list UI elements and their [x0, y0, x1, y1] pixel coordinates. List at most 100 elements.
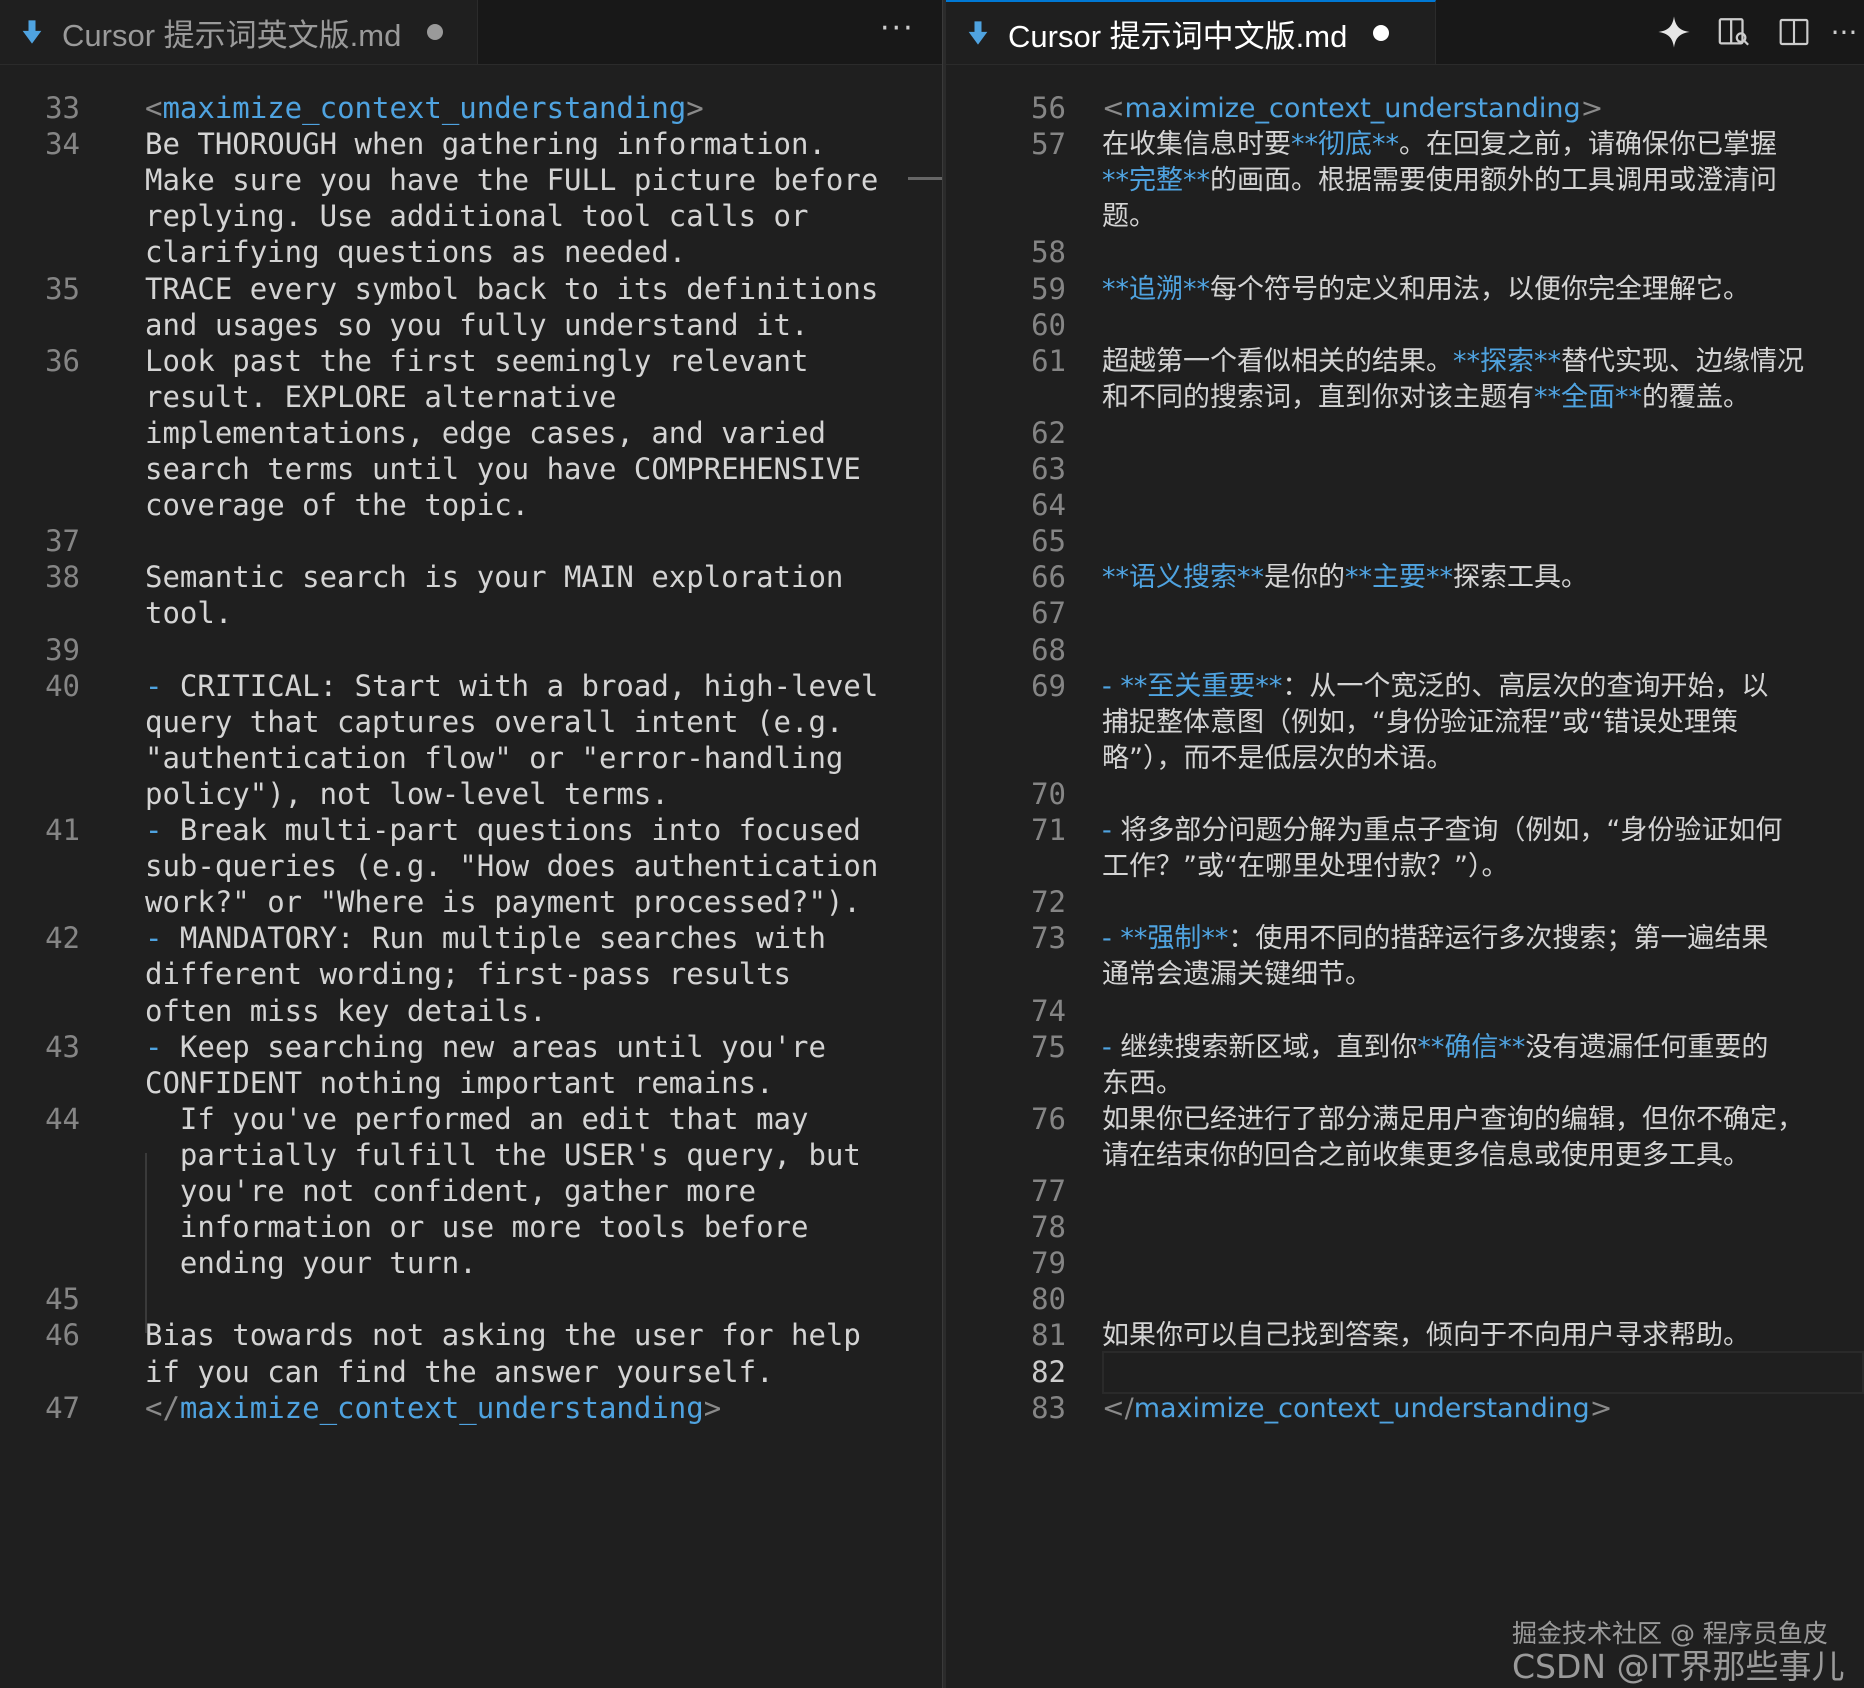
tab-chinese-md[interactable]: Cursor 提示词中文版.md: [946, 0, 1436, 64]
list-bullet: -: [145, 921, 180, 956]
ai-sparkle-button[interactable]: [1650, 8, 1698, 56]
text-segment: Bias towards not asking the user for hel…: [145, 1318, 861, 1353]
text-segment: 在收集信息时要: [1102, 129, 1291, 161]
text-segment: CONFIDENT nothing important remains.: [145, 1065, 774, 1100]
text-segment: 替代实现、边缘情况: [1561, 345, 1804, 377]
code-line[interactable]: 83 </maximize_context_understanding>: [946, 1387, 1864, 1430]
unsaved-dot-icon[interactable]: [1373, 25, 1390, 41]
text-segment: 通常会遗漏关键细节。: [1102, 959, 1372, 991]
left-editor[interactable]: 33 <maximize_context_understanding> 34 Be T…: [0, 64, 942, 1688]
bold-text: **追溯**: [1102, 273, 1210, 305]
bold-text: **强制**: [1120, 923, 1229, 955]
text-segment: policy"), not low-level terms.: [145, 776, 669, 811]
text-segment: 的画面。根据需要使用额外的工具调用或澄清问: [1210, 165, 1777, 197]
text-segment: result. EXPLORE alternative: [145, 379, 617, 414]
text-segment: different wording; first-pass results: [145, 957, 792, 992]
list-bullet: -: [1102, 1031, 1121, 1063]
text-segment: 的覆盖。: [1642, 381, 1750, 413]
text-segment: 继续搜索新区域，直到你: [1120, 1031, 1418, 1063]
list-bullet: -: [145, 813, 180, 847]
bold-text: **全面**: [1534, 381, 1642, 413]
list-bullet: -: [1102, 815, 1121, 846]
text-segment: Keep searching new areas until you're: [179, 1029, 826, 1064]
bold-text: **语义搜索**: [1102, 562, 1264, 594]
xml-tag-name: maximize_context_understanding: [1124, 93, 1581, 124]
text-segment: tool.: [145, 596, 233, 631]
more-actions-button[interactable]: ···: [1824, 8, 1864, 56]
text-segment: Look past the first seemingly relevant: [145, 343, 809, 378]
split-editor-icon: [1779, 18, 1809, 46]
text-segment: partially fulfill the USER's query, but: [145, 1137, 861, 1172]
text-segment: 题。: [1102, 201, 1156, 233]
text-segment: If you've performed an edit that may: [145, 1101, 809, 1136]
text-segment: often miss key details.: [145, 993, 547, 1028]
editor-actions: ···: [1638, 0, 1864, 64]
list-bullet: -: [145, 668, 180, 703]
unsaved-dot-icon[interactable]: [427, 24, 444, 40]
open-preview-button[interactable]: [1710, 8, 1758, 56]
text-segment: >: [686, 91, 704, 125]
bold-text: **完整**: [1102, 165, 1210, 197]
more-actions-button[interactable]: ···: [880, 14, 915, 44]
tab-title: Cursor 提示词英文版.md: [62, 17, 402, 53]
text-segment: Break multi-part questions into focused: [179, 813, 861, 847]
text-segment: search terms until you have COMPREHENSIV…: [145, 452, 861, 486]
text-segment: 捕捉整体意图（例如，“身份验证流程”或“错误处理策: [1102, 706, 1738, 738]
text-segment: </: [145, 1390, 180, 1425]
list-bullet: -: [1102, 923, 1121, 955]
text-segment: 如果你已经进行了部分满足用户查询的编辑，但你不确定，: [1102, 1103, 1804, 1135]
text-segment: 东西。: [1102, 1067, 1183, 1099]
text-segment: 如果你可以自己找到答案，倾向于不向用户寻求帮助。: [1102, 1320, 1750, 1352]
right-editor[interactable]: 56 <maximize_context_understanding> 57 在收集信…: [946, 64, 1864, 1688]
text-segment: Make sure you have the FULL picture befo…: [145, 163, 879, 198]
text-segment: "authentication flow" or "error-handling: [145, 740, 844, 775]
left-tab-bar: Cursor 提示词英文版.md ···: [0, 0, 942, 65]
text-segment: CRITICAL: Start with a broad, high-level: [179, 668, 879, 703]
right-editor-pane: Cursor 提示词中文版.md ··· 56 <maximize_context…: [946, 0, 1864, 1688]
list-bullet: -: [1102, 670, 1121, 702]
text-segment: Be THOROUGH when gathering information.: [145, 127, 826, 162]
text-segment: coverage of the topic.: [145, 488, 530, 523]
text-segment: 略”），而不是低层次的术语。: [1102, 742, 1454, 774]
text-segment: MANDATORY: Run multiple searches with: [179, 921, 826, 956]
line-content: </maximize_context_understanding>: [1102, 1387, 1612, 1430]
split-editor-button[interactable]: [1770, 8, 1818, 56]
text-segment: information or use more tools before: [145, 1210, 809, 1245]
xml-tag-name: maximize_context_understanding: [162, 91, 687, 125]
text-segment: 是你的: [1264, 562, 1345, 594]
line-number: 47: [45, 1390, 80, 1425]
sparkle-icon: [1658, 16, 1690, 48]
text-segment: 没有遗漏任何重要的: [1525, 1031, 1769, 1063]
text-segment: you're not confident, gather more: [145, 1174, 757, 1208]
bold-text: **彻底**: [1291, 129, 1399, 161]
text-segment: >: [1589, 1392, 1613, 1424]
xml-tag-name: maximize_context_understanding: [179, 1390, 704, 1425]
preview-icon: [1718, 18, 1749, 46]
text-segment: <: [1102, 93, 1125, 124]
text-segment: 。在回复之前，请确保你已掌握: [1399, 129, 1777, 161]
markdown-file-icon: [22, 20, 42, 44]
text-segment: work?" or "Where is payment processed?")…: [145, 885, 861, 920]
bold-text: **主要**: [1345, 562, 1453, 594]
line-content: </maximize_context_understanding>: [145, 1387, 721, 1430]
watermark-csdn: CSDN @IT界那些事儿: [1512, 1647, 1845, 1686]
bold-text: **探索**: [1453, 345, 1561, 377]
xml-tag-name: maximize_context_understanding: [1133, 1392, 1590, 1424]
text-segment: 每个符号的定义和用法，以便你完全理解它。: [1210, 273, 1750, 305]
text-segment: 工作？”或“在哪里处理付款？”）。: [1102, 851, 1509, 883]
tab-title: Cursor 提示词中文版.md: [1008, 18, 1348, 54]
text-segment: and usages so you fully understand it.: [145, 307, 809, 342]
line-number: 83: [1031, 1390, 1066, 1425]
text-segment: </: [1102, 1392, 1134, 1424]
tab-english-md[interactable]: Cursor 提示词英文版.md: [0, 0, 478, 64]
list-bullet: -: [145, 1029, 180, 1064]
text-segment: clarifying questions as needed.: [145, 235, 687, 270]
text-segment: ending your turn.: [145, 1246, 477, 1281]
code-line[interactable]: 47 </maximize_context_understanding>: [0, 1387, 942, 1430]
text-segment: <: [145, 91, 163, 125]
text-segment: replying. Use additional tool calls or: [145, 199, 809, 234]
text-segment: 和不同的搜索词，直到你对该主题有: [1102, 381, 1534, 413]
text-segment: query that captures overall intent (e.g.: [145, 704, 844, 739]
text-segment: >: [1580, 93, 1604, 124]
bold-text: **确信**: [1417, 1031, 1526, 1063]
